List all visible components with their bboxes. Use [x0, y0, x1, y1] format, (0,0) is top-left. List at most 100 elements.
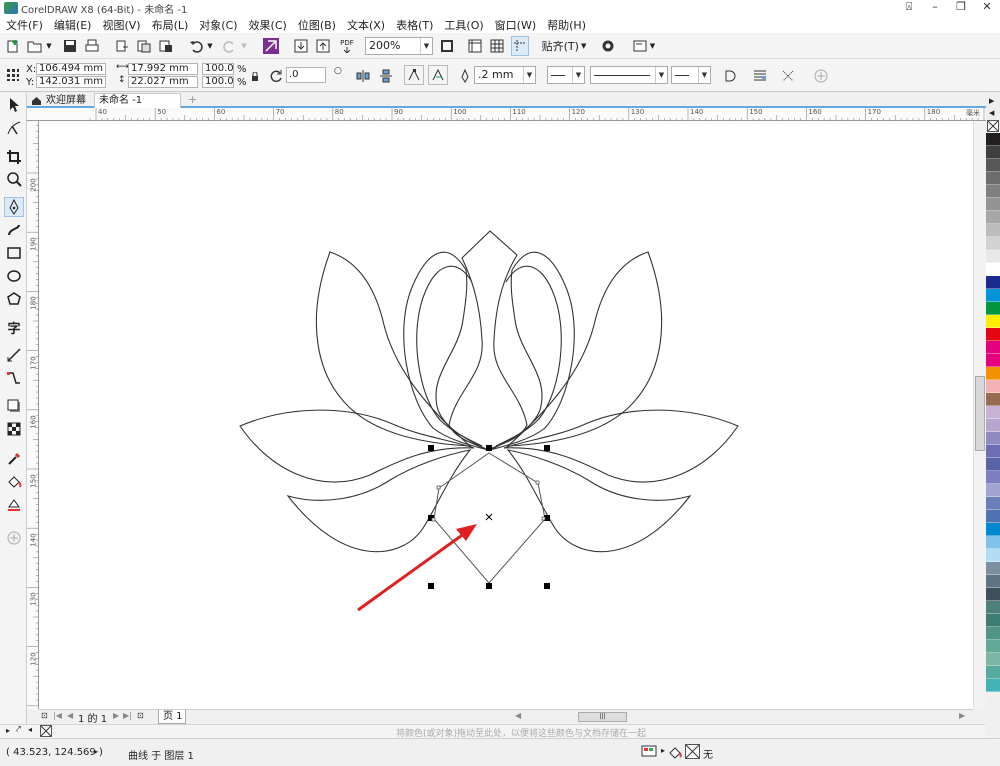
color-swatch[interactable] — [986, 549, 1000, 562]
artistic-media-icon[interactable] — [4, 220, 24, 240]
scale-width-field[interactable]: 100.0 — [202, 63, 234, 75]
color-swatch[interactable] — [986, 328, 1000, 341]
tab-document[interactable]: 未命名 -1 — [94, 93, 181, 108]
start-arrowhead-select[interactable]: ▼ — [547, 66, 585, 84]
profile-icon[interactable]: ⍓ — [896, 0, 922, 16]
horizontal-scroll-thumb[interactable]: ||| — [578, 712, 627, 722]
redo-list-icon[interactable]: ▼ — [239, 36, 249, 56]
palette-menu-icon[interactable]: ◂ — [28, 725, 32, 734]
color-swatch[interactable] — [986, 211, 1000, 224]
color-swatch[interactable] — [986, 653, 1000, 666]
color-swatch[interactable] — [986, 523, 1000, 536]
wrap-text-icon[interactable] — [750, 66, 770, 86]
snap-to-menu[interactable]: 贴齐(T) ▼ — [541, 36, 587, 56]
new-document-icon[interactable] — [4, 36, 22, 56]
add-page-before-icon[interactable]: ⊡ — [41, 711, 48, 720]
color-swatch[interactable] — [986, 627, 1000, 640]
options-gear-icon[interactable] — [599, 36, 617, 56]
color-swatch[interactable] — [986, 159, 1000, 172]
rotation-field[interactable]: .0 — [286, 67, 326, 83]
edit-nodes-icon[interactable] — [404, 65, 424, 85]
color-swatch[interactable] — [986, 341, 1000, 354]
vertical-ruler[interactable]: 200 190 180 170 160 150 140 130 120 — [27, 121, 39, 709]
status-expand-icon[interactable]: ▸ — [94, 747, 98, 756]
status-expand-icon[interactable]: ▸ — [661, 746, 665, 755]
color-swatch[interactable] — [986, 679, 1000, 692]
color-swatch[interactable] — [986, 237, 1000, 250]
color-swatch[interactable] — [986, 354, 1000, 367]
width-field[interactable]: 17.992 mm — [128, 63, 198, 75]
menu-table[interactable]: 表格(T) — [390, 17, 438, 33]
color-swatch[interactable] — [986, 276, 1000, 289]
menu-effects[interactable]: 效果(C) — [243, 17, 292, 33]
color-swatch[interactable] — [986, 562, 1000, 575]
text-tool-icon[interactable]: 字 — [4, 317, 24, 337]
color-swatch[interactable] — [986, 419, 1000, 432]
minimize-button[interactable]: – — [922, 0, 948, 16]
eyedropper-icon[interactable] — [4, 449, 24, 469]
undo-icon[interactable] — [188, 36, 204, 56]
palette-scroll-right-icon[interactable]: ▶ — [989, 97, 994, 105]
connector-tool-icon[interactable] — [4, 368, 24, 388]
export-icon[interactable] — [135, 36, 153, 56]
chevron-down-icon[interactable]: ▼ — [44, 36, 54, 56]
smart-fill-icon[interactable] — [4, 495, 24, 515]
last-page-icon[interactable]: ▶| — [123, 711, 132, 720]
show-grid-icon[interactable] — [488, 36, 506, 56]
redo-icon[interactable] — [222, 36, 238, 56]
color-swatch[interactable] — [986, 302, 1000, 315]
pick-tool-icon[interactable] — [4, 95, 24, 115]
color-swatch[interactable] — [986, 146, 1000, 159]
publish-icon[interactable] — [157, 36, 175, 56]
quick-trace-icon[interactable] — [778, 66, 798, 86]
tab-welcome-screen[interactable]: 欢迎屏幕 — [27, 93, 93, 108]
line-style-select[interactable]: ▼ — [590, 66, 668, 84]
undo-list-icon[interactable]: ▼ — [205, 36, 215, 56]
color-swatch[interactable] — [986, 133, 1000, 146]
end-arrowhead-select[interactable]: ▼ — [671, 66, 711, 84]
fill-none-swatch[interactable] — [685, 744, 700, 759]
menu-window[interactable]: 窗口(W) — [489, 17, 541, 33]
height-field[interactable]: 22.027 mm — [128, 76, 198, 88]
lock-ratio-icon[interactable] — [250, 67, 260, 87]
mirror-horizontal-icon[interactable] — [354, 66, 372, 86]
scroll-right-icon[interactable]: ▶ — [959, 711, 965, 720]
color-swatch[interactable] — [986, 289, 1000, 302]
crop-tool-icon[interactable] — [4, 147, 24, 167]
color-swatch[interactable] — [986, 601, 1000, 614]
color-swatch[interactable] — [986, 510, 1000, 523]
color-swatch[interactable] — [986, 640, 1000, 653]
restore-button[interactable]: ❐ — [948, 0, 974, 16]
show-guidelines-icon[interactable] — [511, 36, 529, 56]
no-color-swatch[interactable] — [987, 120, 999, 132]
save-icon[interactable] — [61, 36, 79, 56]
scale-height-field[interactable]: 100.0 — [202, 76, 234, 88]
full-screen-icon[interactable] — [438, 36, 456, 56]
eyedropper-small-icon[interactable]: ⤤ — [16, 725, 21, 735]
vertical-scrollbar[interactable] — [973, 121, 986, 709]
palette-scroll-left-icon[interactable]: ◀ — [989, 109, 994, 117]
color-swatch[interactable] — [986, 445, 1000, 458]
menu-tools[interactable]: 工具(O) — [438, 17, 488, 33]
import-arrow-icon[interactable] — [292, 36, 310, 56]
doc-no-color-swatch[interactable] — [40, 725, 52, 737]
export-pdf-icon[interactable]: PDF — [337, 36, 357, 56]
open-icon[interactable] — [26, 36, 44, 56]
add-tool-icon[interactable] — [4, 528, 24, 548]
color-swatch[interactable] — [986, 484, 1000, 497]
new-tab-plus-icon[interactable]: + — [184, 93, 197, 108]
add-page-after-icon[interactable]: ⊡ — [137, 711, 144, 720]
corel-connect-icon[interactable] — [262, 36, 280, 56]
color-swatch[interactable] — [986, 367, 1000, 380]
zoom-tool-icon[interactable] — [4, 169, 24, 189]
color-swatch[interactable] — [986, 172, 1000, 185]
add-icon[interactable] — [811, 66, 831, 86]
freehand-tool-icon[interactable] — [4, 197, 24, 217]
menu-help[interactable]: 帮助(H) — [541, 17, 591, 33]
next-page-icon[interactable]: ▶ — [113, 711, 119, 720]
drawing-canvas[interactable] — [39, 121, 973, 709]
color-profile-icon[interactable] — [641, 745, 657, 759]
color-swatch[interactable] — [986, 393, 1000, 406]
scroll-thumb[interactable] — [975, 376, 985, 451]
menu-view[interactable]: 视图(V) — [96, 17, 145, 33]
